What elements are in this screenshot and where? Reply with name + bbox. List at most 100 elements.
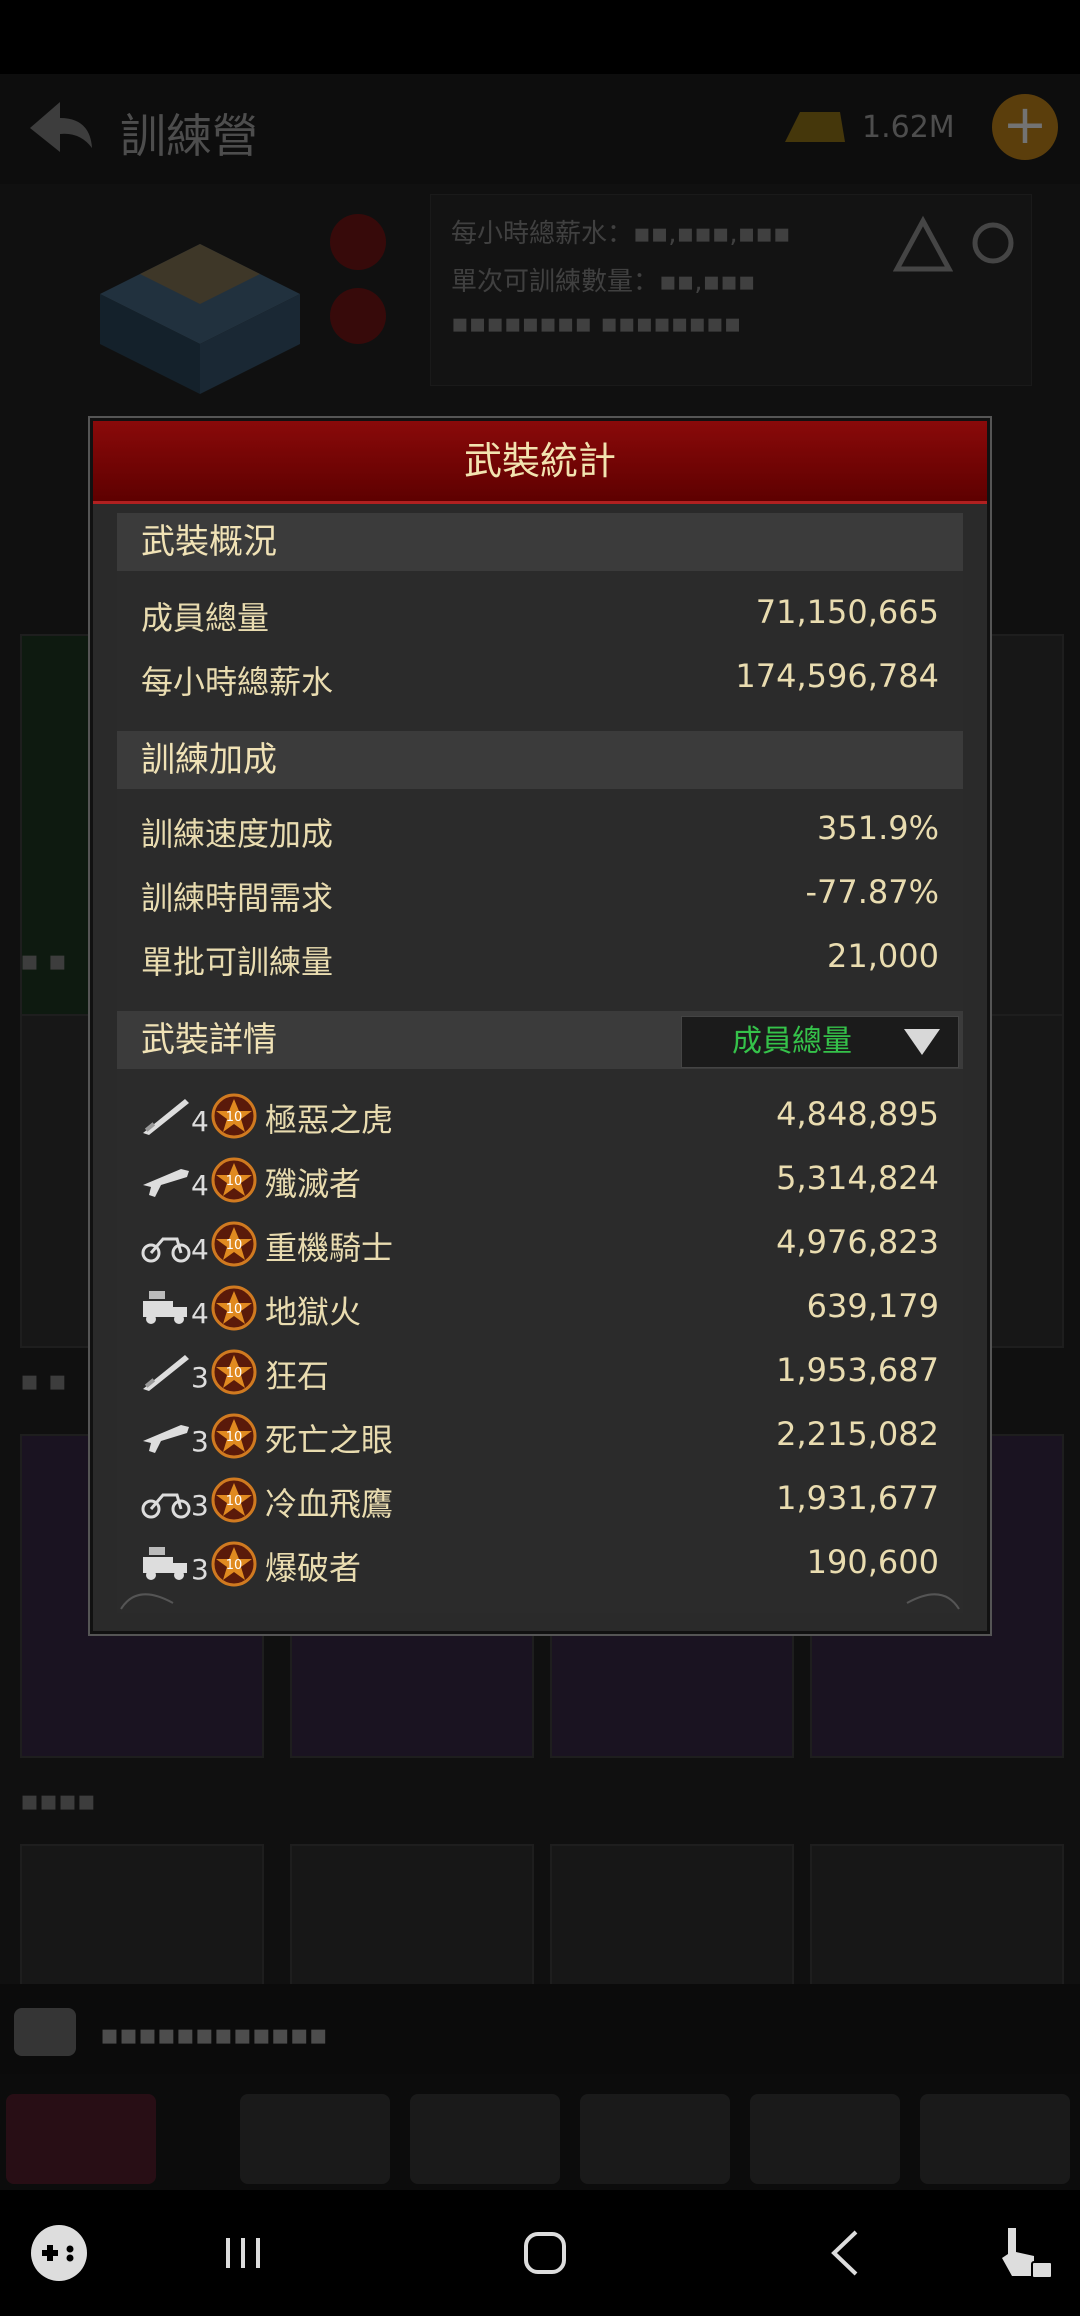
unit-name: 極惡之虎 (265, 1101, 394, 1139)
rifle-icon (143, 1169, 189, 1197)
batch-size-label: 單批可訓練量 (141, 943, 334, 981)
unit-card[interactable] (550, 1634, 794, 1758)
training-speed-value: 351.9% (816, 809, 939, 847)
unit-count: 4,976,823 (776, 1223, 939, 1261)
unit-row[interactable]: 4 10 重機騎士 4,976,823 (117, 1211, 963, 1275)
unit-tier: 3 (191, 1489, 209, 1522)
unit-tier: 4 (191, 1233, 209, 1266)
unit-name: 冷血飛鷹 (265, 1485, 394, 1523)
unit-name: 狂石 (265, 1357, 330, 1395)
svg-text:10: 10 (226, 1430, 243, 1445)
rifle-icon (143, 1425, 189, 1453)
top-bar: 訓練營 1.62M + (0, 74, 1080, 184)
training-speed-label: 訓練速度加成 (141, 815, 334, 853)
blade-icon (143, 1099, 189, 1135)
unit-tier: 3 (191, 1361, 209, 1394)
svg-text:10: 10 (226, 1174, 243, 1189)
sort-dropdown[interactable]: 成員總量 (681, 1016, 959, 1068)
tab-button[interactable] (410, 2094, 560, 2184)
unit-count: 5,314,824 (776, 1159, 939, 1197)
unit-row[interactable]: 3 10 冷血飛鷹 1,931,677 (117, 1467, 963, 1531)
tab-button[interactable] (580, 2094, 730, 2184)
hourly-salary-label: 每小時總薪水 (141, 663, 334, 701)
rank-star-badge-icon: 10 (211, 1477, 257, 1523)
unit-tier: 4 (191, 1169, 209, 1202)
chat-bar[interactable]: ▪▪▪▪▪▪▪▪▪▪▪▪ (0, 1984, 1080, 2084)
back-icon[interactable] (812, 2218, 882, 2288)
rank-star-badge-icon: 10 (211, 1285, 257, 1331)
tab-button[interactable] (6, 2094, 156, 2184)
status-bar (0, 0, 1080, 74)
unit-row[interactable]: 3 10 死亡之眼 2,215,082 (117, 1403, 963, 1467)
total-members-label: 成員總量 (141, 599, 270, 637)
add-gold-button[interactable]: + (992, 94, 1058, 160)
bottom-tab-bar (0, 2074, 1080, 2190)
unit-count: 2,215,082 (776, 1415, 939, 1453)
svg-text:10: 10 (226, 1494, 243, 1509)
tab-button[interactable] (920, 2094, 1070, 2184)
unit-name: 死亡之眼 (265, 1421, 394, 1459)
touch-lock-icon[interactable] (988, 2218, 1058, 2288)
sort-selected-label: 成員總量 (732, 1024, 852, 1059)
svg-text:10: 10 (226, 1366, 243, 1381)
section-label: ▪ ▪ (20, 944, 67, 977)
back-arrow-icon[interactable] (20, 88, 100, 168)
unit-name: 重機騎士 (265, 1229, 394, 1267)
training-camp-building-icon (100, 244, 300, 394)
svg-text:10: 10 (226, 1558, 243, 1573)
unit-count: 1,953,687 (776, 1351, 939, 1389)
section-label: ▪▪▪▪ (20, 1784, 96, 1817)
unit-row[interactable]: 4 10 殲滅者 5,314,824 (117, 1147, 963, 1211)
tab-button[interactable] (750, 2094, 900, 2184)
warning-icon[interactable] (893, 215, 953, 275)
unit-row[interactable]: 4 10 地獄火 639,179 (117, 1275, 963, 1339)
unit-name: 殲滅者 (265, 1165, 362, 1203)
svg-text:10: 10 (226, 1302, 243, 1317)
unit-tier: 4 (191, 1297, 209, 1330)
unit-count: 639,179 (806, 1287, 939, 1325)
rank-star-badge-icon: 10 (211, 1413, 257, 1459)
unit-tier: 3 (191, 1553, 209, 1586)
unit-row[interactable]: 4 10 極惡之虎 4,848,895 (117, 1083, 963, 1147)
settings-icon[interactable] (965, 215, 1021, 271)
section-title: 武裝詳情 (141, 1020, 277, 1060)
svg-text:10: 10 (226, 1110, 243, 1125)
info-line: 單次可訓練數量：▪▪,▪▪▪ (451, 267, 756, 297)
unit-card[interactable] (20, 1844, 264, 1988)
unit-card[interactable] (290, 1634, 534, 1758)
alert-icon[interactable] (330, 214, 386, 270)
recent-apps-icon[interactable] (208, 2218, 278, 2288)
unit-card[interactable] (550, 1844, 794, 1988)
motorcycle-icon (141, 1493, 191, 1519)
section-training: 訓練加成 (117, 731, 963, 789)
training-time-value: -77.87% (805, 873, 939, 911)
rank-star-badge-icon: 10 (211, 1221, 257, 1267)
unit-tier: 4 (191, 1105, 209, 1138)
rank-star-badge-icon: 10 (211, 1541, 257, 1587)
gamepad-icon[interactable] (24, 2218, 94, 2288)
rank-star-badge-icon: 10 (211, 1157, 257, 1203)
unit-card[interactable] (810, 1844, 1064, 1988)
section-label: ▪ ▪ (20, 1364, 67, 1397)
unit-count: 1,931,677 (776, 1479, 939, 1517)
unit-name: 爆破者 (265, 1549, 362, 1587)
info-line: ▪▪▪▪▪▪▪▪ ▪▪▪▪▪▪▪▪ (451, 309, 742, 339)
section-details: 武裝詳情 成員總量 (117, 1011, 963, 1069)
chat-preview: ▪▪▪▪▪▪▪▪▪▪▪▪ (100, 2018, 328, 2051)
rank-star-badge-icon: 10 (211, 1349, 257, 1395)
section-title: 訓練加成 (141, 740, 277, 780)
corner-ornament-icon (120, 1593, 174, 1610)
unit-card[interactable] (290, 1844, 534, 1988)
chat-icon[interactable] (14, 2008, 76, 2056)
corner-ornament-icon (906, 1593, 960, 1610)
total-members-value: 71,150,665 (755, 593, 939, 631)
tab-button[interactable] (240, 2094, 390, 2184)
unit-row[interactable]: 3 10 爆破者 190,600 (117, 1531, 963, 1595)
dropdown-arrow-icon (904, 1029, 940, 1055)
upgrade-icon[interactable] (330, 288, 386, 344)
svg-text:10: 10 (226, 1238, 243, 1253)
info-line: 每小時總薪水：▪▪,▪▪▪,▪▪▪ (451, 219, 791, 249)
home-icon[interactable] (510, 2218, 580, 2288)
unit-row[interactable]: 3 10 狂石 1,953,687 (117, 1339, 963, 1403)
screen-title: 訓練營 (120, 109, 258, 163)
